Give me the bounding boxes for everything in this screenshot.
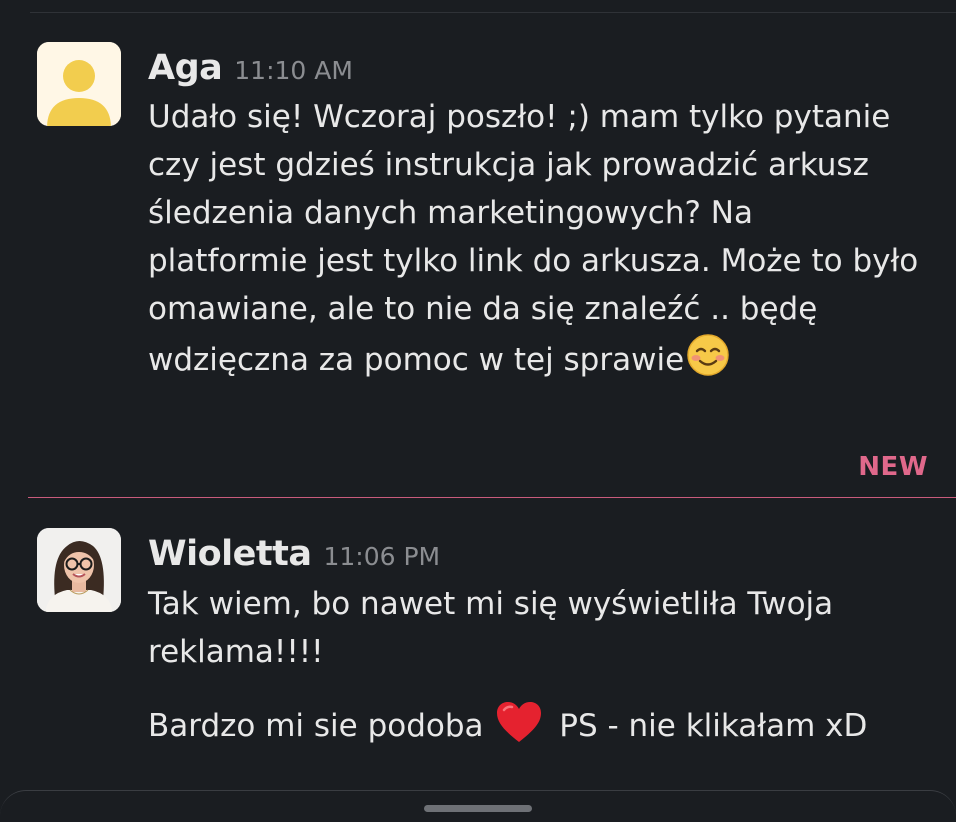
chat-screen: Aga 11:10 AM Udało się! Wczoraj poszło! …	[0, 0, 956, 822]
message-paragraph: Tak wiem, bo nawet mi się wyświetliła Tw…	[148, 586, 834, 670]
avatar[interactable]	[37, 42, 121, 126]
user-silhouette-icon	[37, 42, 121, 126]
message-header: Wioletta 11:06 PM	[148, 534, 440, 574]
drag-handle[interactable]	[424, 805, 532, 812]
avatar[interactable]	[37, 528, 121, 612]
message-header: Aga 11:10 AM	[148, 48, 353, 88]
new-divider-line	[28, 497, 956, 498]
message-paragraph: Bardzo mi sie podoba PS - nie klikałam x…	[148, 700, 922, 758]
profile-photo	[37, 528, 121, 612]
message-aga[interactable]: Aga 11:10 AM Udało się! Wczoraj poszło! …	[0, 0, 956, 448]
new-messages-divider: NEW	[28, 448, 956, 500]
timestamp[interactable]: 11:06 PM	[323, 542, 440, 571]
smiling-face-icon	[686, 333, 730, 391]
bottom-sheet[interactable]	[0, 790, 956, 822]
message-text-content: Bardzo mi sie podoba	[148, 708, 494, 744]
message-text-content: Udało się! Wczoraj poszło! ;) mam tylko …	[148, 99, 919, 378]
author-name[interactable]: Aga	[148, 48, 223, 88]
message-text: Tak wiem, bo nawet mi się wyświetliła Tw…	[148, 580, 922, 758]
message-text-content: PS - nie klikałam xD	[549, 708, 868, 744]
message-wioletta[interactable]: Wioletta 11:06 PM Tak wiem, bo nawet mi …	[0, 500, 956, 790]
red-heart-icon	[495, 700, 543, 758]
new-label: NEW	[858, 452, 928, 482]
author-name[interactable]: Wioletta	[148, 534, 312, 574]
timestamp[interactable]: 11:10 AM	[234, 56, 353, 85]
message-text: Udało się! Wczoraj poszło! ;) mam tylko …	[148, 93, 922, 391]
